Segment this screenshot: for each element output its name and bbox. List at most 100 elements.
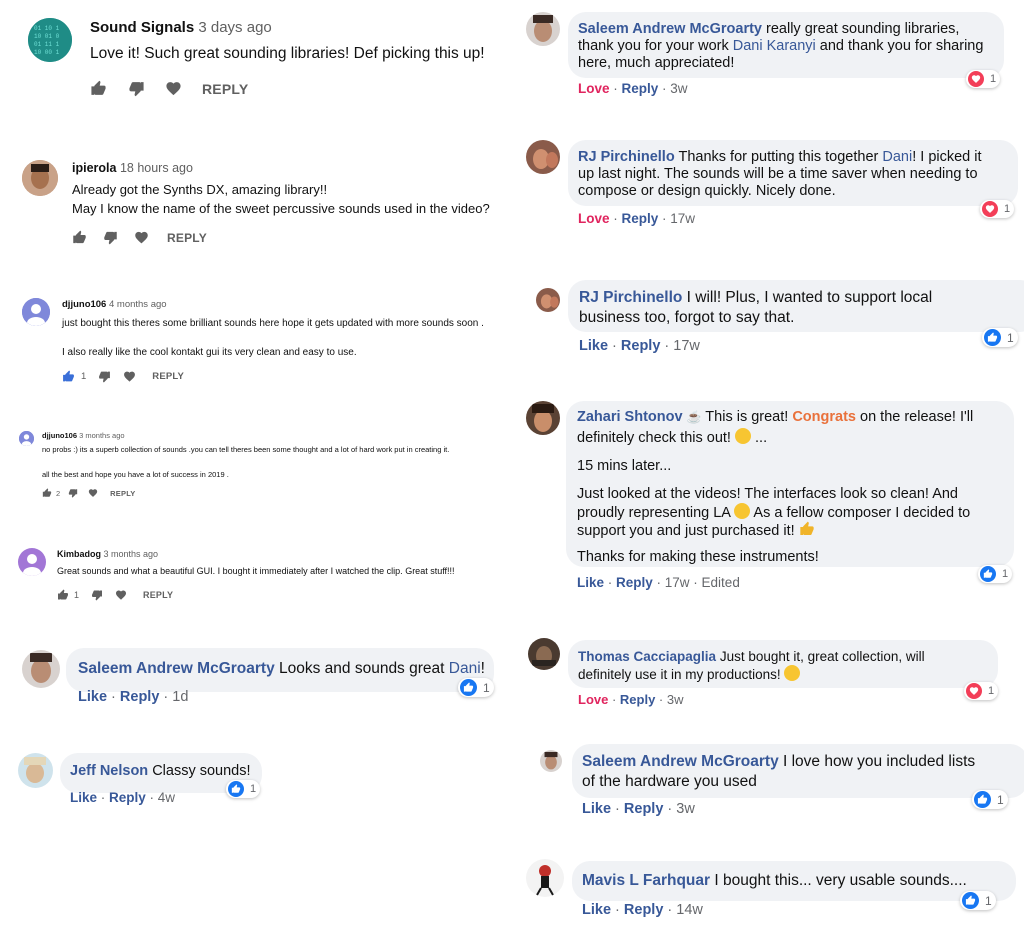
avatar[interactable] — [526, 401, 560, 435]
comment-text: definitely check this out! ... — [577, 428, 767, 446]
comment-time[interactable]: 4w — [158, 790, 175, 805]
avatar[interactable] — [19, 431, 34, 446]
like-button[interactable]: Like — [577, 575, 604, 590]
reaction-number: 1 — [990, 73, 997, 85]
love-button[interactable]: Love — [578, 692, 608, 707]
love-button[interactable]: Love — [578, 81, 610, 96]
comment-time[interactable]: 3w — [667, 692, 684, 707]
heart-icon[interactable] — [115, 589, 127, 601]
reply-button[interactable]: REPLY — [167, 231, 207, 245]
reply-button[interactable]: Reply — [616, 575, 653, 590]
comment-time[interactable]: 17w — [673, 338, 700, 354]
avatar[interactable]: 01 10 1 10 01 0 01 11 1 10 00 1 — [28, 18, 72, 62]
comment-author[interactable]: ipierola — [72, 161, 116, 175]
like-button[interactable]: Like — [582, 902, 611, 918]
comment-header: djjuno106 3 months ago — [42, 431, 125, 440]
reaction-count[interactable]: 1 — [458, 678, 494, 697]
comment-time[interactable]: 1d — [172, 689, 188, 705]
comment-time[interactable]: 3w — [670, 81, 687, 96]
thumbs-down-icon[interactable] — [127, 80, 145, 97]
thumbs-up-icon[interactable] — [72, 230, 87, 245]
like-button[interactable]: Like — [70, 790, 97, 805]
edited-label[interactable]: Edited — [702, 575, 740, 590]
congrats-highlight[interactable]: Congrats — [792, 409, 856, 425]
thumbs-down-icon[interactable] — [68, 488, 78, 498]
comment-author[interactable]: Thomas Cacciapaglia — [578, 649, 716, 664]
thumbs-down-icon[interactable] — [98, 370, 111, 383]
comment-time[interactable]: 4 months ago — [109, 299, 167, 310]
comment-time[interactable]: 18 hours ago — [120, 161, 193, 175]
reply-button[interactable]: Reply — [624, 902, 664, 918]
reply-button[interactable]: Reply — [621, 338, 661, 354]
avatar[interactable] — [22, 650, 60, 688]
comment-text: compose or design quickly. Nicely done. — [578, 183, 836, 199]
mention-link[interactable]: Dani — [882, 149, 912, 165]
thumbs-up-icon[interactable] — [62, 370, 75, 383]
reply-button[interactable]: REPLY — [143, 590, 173, 600]
reply-button[interactable]: Reply — [622, 81, 659, 96]
avatar[interactable] — [540, 750, 562, 772]
comment-time[interactable]: 3 months ago — [104, 549, 159, 559]
thumbs-down-icon[interactable] — [103, 230, 118, 245]
avatar[interactable] — [526, 140, 560, 174]
like-button[interactable]: Like — [78, 689, 107, 705]
avatar[interactable] — [18, 753, 53, 788]
thumbs-up-icon[interactable] — [57, 589, 69, 601]
comment-time[interactable]: 3 days ago — [198, 19, 271, 36]
reply-button[interactable]: Reply — [109, 790, 146, 805]
comment-time[interactable]: 14w — [676, 902, 703, 918]
reply-button[interactable]: Reply — [120, 689, 160, 705]
comment-author[interactable]: RJ Pirchinello — [578, 149, 675, 165]
comment-author[interactable]: djjuno106 — [42, 431, 77, 440]
comment-author[interactable]: Kimbadog — [57, 549, 101, 559]
love-button[interactable]: Love — [578, 211, 610, 226]
like-button[interactable]: Like — [582, 801, 611, 817]
comment-time[interactable]: 3w — [676, 801, 695, 817]
heart-icon[interactable] — [134, 230, 149, 245]
reaction-count[interactable]: 1 — [978, 565, 1013, 583]
comment-author[interactable]: Saleem Andrew McGroarty — [78, 660, 275, 677]
avatar[interactable] — [536, 288, 560, 312]
avatar[interactable] — [22, 160, 58, 196]
avatar[interactable] — [526, 12, 560, 46]
comment-author[interactable]: Saleem Andrew McGroarty — [582, 753, 779, 770]
comment-author[interactable]: djjuno106 — [62, 299, 106, 310]
mention-link[interactable]: Dani Karanyi — [733, 38, 816, 54]
thumbs-down-icon[interactable] — [91, 589, 103, 601]
comment-author[interactable]: RJ Pirchinello — [579, 289, 682, 306]
reaction-count[interactable]: 1 — [960, 891, 996, 910]
avatar[interactable] — [526, 859, 564, 897]
reaction-count[interactable]: 1 — [964, 682, 999, 700]
reply-button[interactable]: Reply — [620, 692, 655, 707]
avatar[interactable] — [22, 298, 50, 326]
mention-link[interactable]: Dani — [449, 660, 481, 677]
reaction-count[interactable]: 1 — [226, 780, 261, 798]
comment-time[interactable]: 3 months ago — [79, 431, 124, 440]
reply-button[interactable]: Reply — [622, 211, 659, 226]
reply-button[interactable]: REPLY — [202, 81, 248, 97]
comment-author[interactable]: Mavis L Farhquar — [582, 872, 710, 889]
heart-icon[interactable] — [88, 488, 98, 498]
comment-author[interactable]: Jeff Nelson — [70, 763, 148, 779]
thumbs-up-icon[interactable] — [42, 488, 52, 498]
comment-author[interactable]: Zahari Shtonov — [577, 409, 683, 425]
comment-text-part: Looks and sounds great — [274, 660, 449, 677]
reaction-count[interactable]: 1 — [982, 328, 1018, 347]
like-button[interactable]: Like — [579, 338, 608, 354]
reply-button[interactable]: Reply — [624, 801, 664, 817]
comment-time[interactable]: 17w — [670, 211, 695, 226]
comment-time[interactable]: 17w — [665, 575, 690, 590]
reaction-count[interactable]: 1 — [980, 200, 1015, 218]
reply-button[interactable]: REPLY — [152, 371, 184, 382]
comment-author[interactable]: Saleem Andrew McGroarty — [578, 21, 762, 37]
comment-text: RJ Pirchinello I will! Plus, I wanted to… — [579, 289, 932, 307]
thumbs-up-icon[interactable] — [90, 80, 108, 97]
reply-button[interactable]: REPLY — [110, 489, 135, 498]
reaction-count[interactable]: 1 — [966, 70, 1001, 88]
avatar[interactable] — [528, 638, 560, 670]
avatar[interactable] — [18, 548, 46, 576]
heart-icon[interactable] — [165, 80, 182, 97]
reaction-count[interactable]: 1 — [972, 790, 1008, 809]
comment-author[interactable]: Sound Signals — [90, 19, 194, 36]
heart-icon[interactable] — [123, 370, 136, 383]
